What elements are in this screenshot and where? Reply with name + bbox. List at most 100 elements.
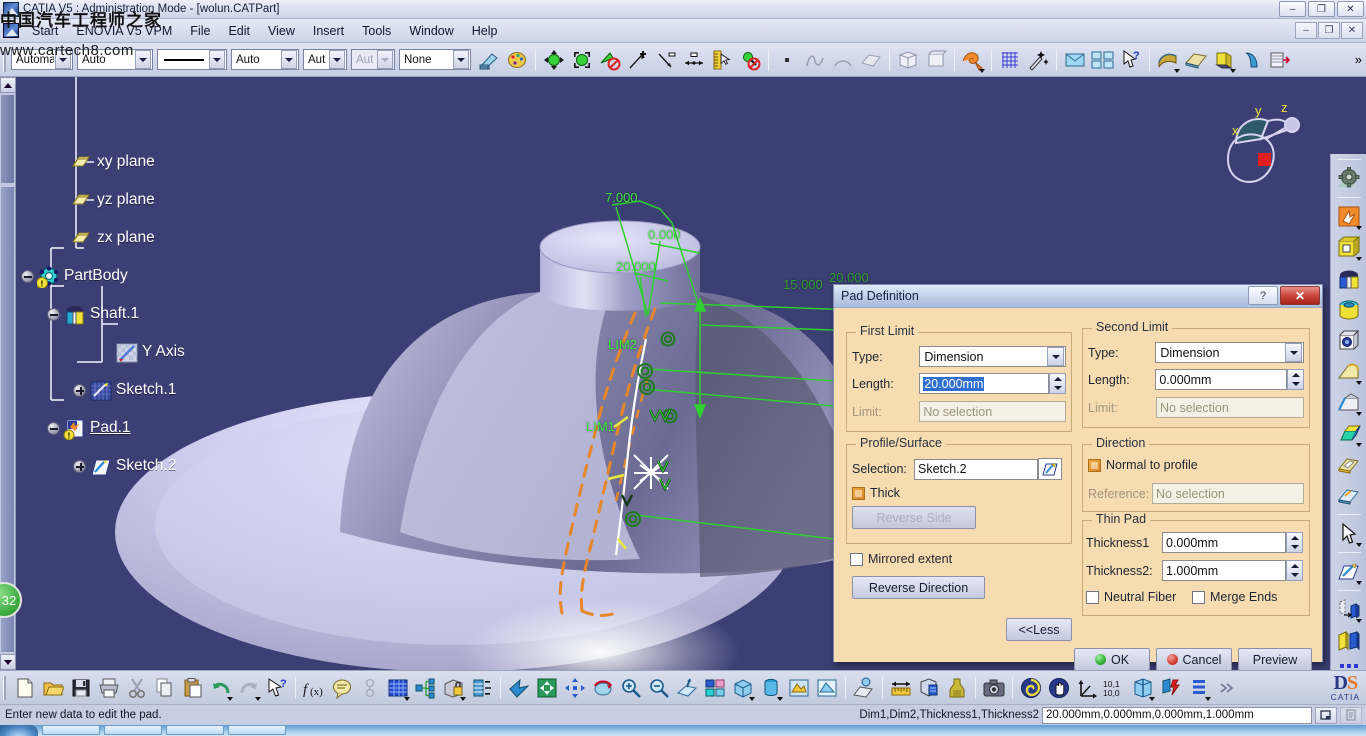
first-limit-type-combo[interactable]: Dimension [919, 346, 1066, 367]
first-limit-length-stepper[interactable] [1049, 373, 1066, 394]
scroll-up-arrow-icon[interactable] [0, 77, 16, 93]
measure-between-icon[interactable] [887, 674, 915, 702]
mirrored-extent-row[interactable]: Mirrored extent [850, 552, 952, 566]
chevron-down-icon[interactable] [329, 50, 345, 69]
groove-icon[interactable] [1333, 294, 1365, 325]
reference-input[interactable]: No selection [1152, 483, 1304, 504]
annotation-icon[interactable] [328, 674, 356, 702]
thick-checkbox-row[interactable]: Thick [852, 486, 900, 500]
scrollbar-thumb[interactable] [1, 95, 14, 183]
menu-item-start[interactable]: Start [23, 22, 67, 40]
spline-icon[interactable] [801, 46, 829, 74]
fillet-icon[interactable] [1333, 356, 1365, 387]
dropdown-arrow-icon[interactable] [1355, 226, 1362, 230]
measure-item-icon[interactable] [708, 46, 736, 74]
stepper-down-icon[interactable] [1287, 543, 1302, 553]
section-view-icon[interactable] [1129, 674, 1157, 702]
chevron-down-icon[interactable] [453, 50, 469, 69]
view-front-icon[interactable] [922, 46, 950, 74]
measure-list-icon[interactable] [468, 674, 496, 702]
edit-sketch-icon[interactable] [1038, 458, 1062, 480]
mdi-minimize-button[interactable]: – [1295, 22, 1317, 39]
status-params-input[interactable]: 20.000mm,0.000mm,0.000mm,1.000mm [1042, 706, 1312, 724]
hole-icon[interactable] [1333, 325, 1365, 356]
tree-item-y-axis[interactable]: Y Axis [115, 339, 185, 365]
dropdown-arrow-icon[interactable] [255, 696, 261, 701]
multi-view-icon[interactable] [701, 674, 729, 702]
stepper-up-icon[interactable] [1288, 370, 1303, 380]
layer-combo[interactable]: Auto [77, 49, 153, 70]
first-limit-length-input[interactable]: 20.000mm [919, 373, 1049, 394]
toolbar-overflow-button[interactable]: » [1355, 52, 1362, 67]
restore-button[interactable]: ❐ [1308, 1, 1335, 17]
shading-icon[interactable] [1182, 46, 1210, 74]
3d-compass[interactable]: x y z [1206, 95, 1326, 190]
expand-expander-icon[interactable] [73, 383, 86, 397]
linetype-combo[interactable] [157, 49, 227, 70]
whats-this-icon[interactable]: ? [263, 674, 291, 702]
formula-icon[interactable]: f (x) [300, 674, 328, 702]
chevron-down-icon[interactable] [1285, 343, 1302, 362]
save-icon[interactable] [67, 674, 95, 702]
chevron-down-icon[interactable] [281, 50, 297, 69]
normal-view-icon[interactable] [673, 674, 701, 702]
start-orb-icon[interactable] [0, 725, 38, 736]
taskbar-item[interactable] [166, 725, 224, 735]
collapse-expander-icon[interactable] [47, 307, 60, 321]
merge-ends-row[interactable]: Merge Ends [1192, 590, 1277, 604]
color-combo[interactable]: Aut [303, 49, 347, 70]
redo-icon[interactable] [235, 674, 263, 702]
render-style-combo[interactable]: None [399, 49, 471, 70]
dialog-close-button[interactable]: ✕ [1280, 286, 1320, 305]
tree-item-yz-plane[interactable]: yz plane [70, 187, 155, 213]
spiral-analysis-icon[interactable] [1017, 674, 1045, 702]
stepper-up-icon[interactable] [1287, 561, 1302, 571]
status-window-icon[interactable] [1315, 706, 1337, 724]
menu-item-window[interactable]: Window [400, 22, 462, 40]
undo-icon[interactable] [207, 674, 235, 702]
second-limit-type-combo[interactable]: Dimension [1155, 342, 1304, 363]
pad-icon[interactable] [1333, 201, 1365, 232]
dropdown-arrow-icon[interactable] [1149, 696, 1155, 701]
reverse-direction-button[interactable]: Reverse Direction [852, 576, 985, 599]
tree-item-xy-plane[interactable]: xy plane [70, 149, 155, 175]
stepper-down-icon[interactable] [1288, 380, 1303, 390]
dropdown-arrow-icon[interactable] [1355, 412, 1362, 416]
sketch-icon[interactable] [1333, 556, 1365, 587]
minimize-button[interactable]: – [1279, 1, 1306, 17]
grid-icon[interactable] [996, 46, 1024, 74]
dropdown-arrow-icon[interactable] [1355, 381, 1362, 385]
cut-icon[interactable] [123, 674, 151, 702]
neutral-fiber-checkbox[interactable] [1086, 590, 1099, 604]
coordinates-icon[interactable]: 10,1 10,0 [1101, 674, 1129, 702]
chevron-down-icon[interactable] [209, 50, 225, 69]
constraint-icon[interactable] [356, 674, 384, 702]
custom-view-icon[interactable] [1266, 46, 1294, 74]
normal-to-profile-row[interactable]: Normal to profile [1088, 458, 1198, 472]
menu-item-edit[interactable]: Edit [219, 22, 259, 40]
arc-icon[interactable] [829, 46, 857, 74]
mail-icon[interactable] [1061, 46, 1089, 74]
3d-viewport[interactable]: 7.000 0.000 20.000 15.000 20.000 LIM2 LI… [0, 77, 1366, 670]
dropdown-arrow-icon[interactable] [460, 696, 466, 701]
fit-all-icon[interactable] [533, 674, 561, 702]
wireframe-icon[interactable] [1238, 46, 1266, 74]
tree-item-sketch2[interactable]: Sketch.2 [73, 453, 176, 479]
zoom-in-icon[interactable] [617, 674, 645, 702]
profile-selection-input[interactable]: Sketch.2 [914, 458, 1038, 480]
camera-icon[interactable] [980, 674, 1008, 702]
measure-inertia-icon[interactable] [943, 674, 971, 702]
mdi-close-button[interactable]: ✕ [1341, 22, 1363, 39]
neutral-fiber-row[interactable]: Neutral Fiber [1086, 590, 1176, 604]
constraint-move-icon[interactable] [540, 46, 568, 74]
menu-item-tools[interactable]: Tools [353, 22, 400, 40]
taskbar-item[interactable] [228, 725, 286, 735]
shading-plain-icon[interactable] [813, 674, 841, 702]
translate-body-icon[interactable] [1333, 594, 1365, 625]
first-limit-limit-input[interactable]: No selection [919, 401, 1066, 422]
toolbar-grip[interactable] [3, 47, 8, 72]
hidden-lines-icon[interactable] [1210, 46, 1238, 74]
menu-item-view[interactable]: View [259, 22, 304, 40]
thickness1-stepper[interactable] [1286, 532, 1303, 553]
dropdown-arrow-icon[interactable] [979, 68, 985, 73]
